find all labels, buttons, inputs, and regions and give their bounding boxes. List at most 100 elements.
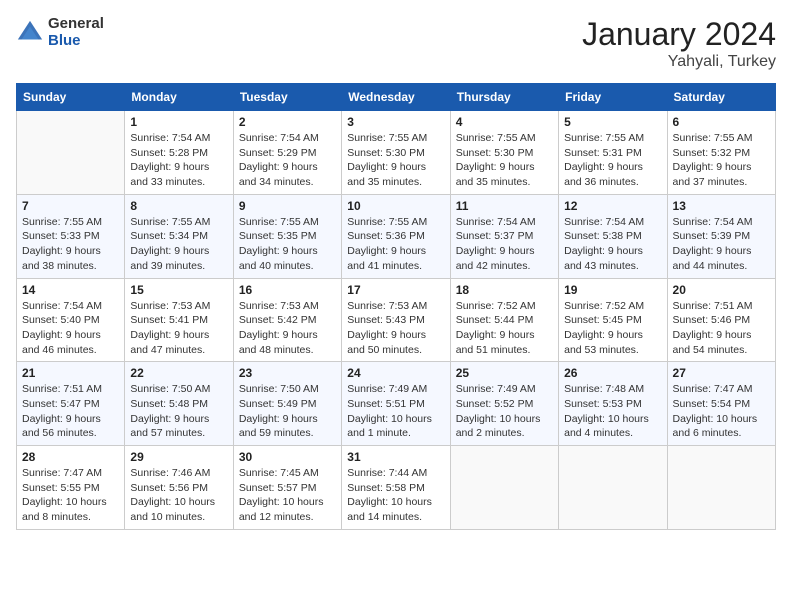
calendar-cell: 12 Sunrise: 7:54 AM Sunset: 5:38 PM Dayl… (559, 194, 667, 278)
day-number: 28 (22, 450, 119, 464)
day-info: Sunrise: 7:55 AM Sunset: 5:30 PM Dayligh… (347, 131, 444, 190)
day-number: 27 (673, 366, 770, 380)
calendar-week-row: 14 Sunrise: 7:54 AM Sunset: 5:40 PM Dayl… (17, 278, 776, 362)
calendar-cell: 30 Sunrise: 7:45 AM Sunset: 5:57 PM Dayl… (233, 446, 341, 530)
calendar-cell: 29 Sunrise: 7:46 AM Sunset: 5:56 PM Dayl… (125, 446, 233, 530)
daylight: Daylight: 9 hours and 59 minutes. (239, 413, 318, 440)
sunrise: Sunrise: 7:54 AM (456, 216, 536, 228)
sunrise: Sunrise: 7:54 AM (673, 216, 753, 228)
sunset: Sunset: 5:28 PM (130, 147, 208, 159)
day-info: Sunrise: 7:55 AM Sunset: 5:35 PM Dayligh… (239, 215, 336, 274)
day-info: Sunrise: 7:50 AM Sunset: 5:48 PM Dayligh… (130, 382, 227, 441)
sunrise: Sunrise: 7:51 AM (673, 300, 753, 312)
day-info: Sunrise: 7:54 AM Sunset: 5:28 PM Dayligh… (130, 131, 227, 190)
calendar-week-row: 21 Sunrise: 7:51 AM Sunset: 5:47 PM Dayl… (17, 362, 776, 446)
sunset: Sunset: 5:30 PM (347, 147, 425, 159)
day-info: Sunrise: 7:49 AM Sunset: 5:52 PM Dayligh… (456, 382, 553, 441)
day-info: Sunrise: 7:53 AM Sunset: 5:42 PM Dayligh… (239, 299, 336, 358)
column-header-sunday: Sunday (17, 84, 125, 111)
calendar-cell (559, 446, 667, 530)
logo-blue-text: Blue (48, 33, 104, 50)
sunrise: Sunrise: 7:53 AM (239, 300, 319, 312)
sunrise: Sunrise: 7:53 AM (347, 300, 427, 312)
day-info: Sunrise: 7:54 AM Sunset: 5:37 PM Dayligh… (456, 215, 553, 274)
sunset: Sunset: 5:31 PM (564, 147, 642, 159)
calendar-cell: 27 Sunrise: 7:47 AM Sunset: 5:54 PM Dayl… (667, 362, 775, 446)
day-info: Sunrise: 7:51 AM Sunset: 5:46 PM Dayligh… (673, 299, 770, 358)
sunrise: Sunrise: 7:55 AM (130, 216, 210, 228)
calendar-cell: 18 Sunrise: 7:52 AM Sunset: 5:44 PM Dayl… (450, 278, 558, 362)
month-title: January 2024 (582, 16, 776, 53)
calendar-cell: 13 Sunrise: 7:54 AM Sunset: 5:39 PM Dayl… (667, 194, 775, 278)
daylight: Daylight: 10 hours and 12 minutes. (239, 496, 324, 523)
calendar-cell: 4 Sunrise: 7:55 AM Sunset: 5:30 PM Dayli… (450, 111, 558, 195)
daylight: Daylight: 9 hours and 35 minutes. (347, 161, 426, 188)
day-number: 25 (456, 366, 553, 380)
sunset: Sunset: 5:29 PM (239, 147, 317, 159)
daylight: Daylight: 9 hours and 51 minutes. (456, 329, 535, 356)
sunrise: Sunrise: 7:50 AM (239, 383, 319, 395)
column-header-wednesday: Wednesday (342, 84, 450, 111)
day-number: 17 (347, 283, 444, 297)
daylight: Daylight: 10 hours and 8 minutes. (22, 496, 107, 523)
day-number: 13 (673, 199, 770, 213)
calendar-cell (17, 111, 125, 195)
calendar-cell: 31 Sunrise: 7:44 AM Sunset: 5:58 PM Dayl… (342, 446, 450, 530)
day-info: Sunrise: 7:47 AM Sunset: 5:55 PM Dayligh… (22, 466, 119, 525)
daylight: Daylight: 10 hours and 6 minutes. (673, 413, 758, 440)
day-number: 30 (239, 450, 336, 464)
day-info: Sunrise: 7:55 AM Sunset: 5:34 PM Dayligh… (130, 215, 227, 274)
day-number: 6 (673, 115, 770, 129)
sunrise: Sunrise: 7:53 AM (130, 300, 210, 312)
logo-general: General (48, 16, 104, 33)
day-info: Sunrise: 7:48 AM Sunset: 5:53 PM Dayligh… (564, 382, 661, 441)
day-number: 24 (347, 366, 444, 380)
calendar-cell: 20 Sunrise: 7:51 AM Sunset: 5:46 PM Dayl… (667, 278, 775, 362)
day-info: Sunrise: 7:52 AM Sunset: 5:45 PM Dayligh… (564, 299, 661, 358)
calendar-week-row: 1 Sunrise: 7:54 AM Sunset: 5:28 PM Dayli… (17, 111, 776, 195)
daylight: Daylight: 9 hours and 48 minutes. (239, 329, 318, 356)
sunset: Sunset: 5:55 PM (22, 482, 100, 494)
sunset: Sunset: 5:32 PM (673, 147, 751, 159)
daylight: Daylight: 9 hours and 44 minutes. (673, 245, 752, 272)
day-number: 7 (22, 199, 119, 213)
calendar-cell: 7 Sunrise: 7:55 AM Sunset: 5:33 PM Dayli… (17, 194, 125, 278)
daylight: Daylight: 10 hours and 2 minutes. (456, 413, 541, 440)
day-info: Sunrise: 7:53 AM Sunset: 5:43 PM Dayligh… (347, 299, 444, 358)
day-number: 29 (130, 450, 227, 464)
logo-text: General Blue (48, 16, 104, 49)
sunrise: Sunrise: 7:46 AM (130, 467, 210, 479)
calendar-cell: 15 Sunrise: 7:53 AM Sunset: 5:41 PM Dayl… (125, 278, 233, 362)
day-info: Sunrise: 7:46 AM Sunset: 5:56 PM Dayligh… (130, 466, 227, 525)
day-number: 12 (564, 199, 661, 213)
day-info: Sunrise: 7:50 AM Sunset: 5:49 PM Dayligh… (239, 382, 336, 441)
daylight: Daylight: 9 hours and 47 minutes. (130, 329, 209, 356)
calendar-week-row: 28 Sunrise: 7:47 AM Sunset: 5:55 PM Dayl… (17, 446, 776, 530)
day-info: Sunrise: 7:49 AM Sunset: 5:51 PM Dayligh… (347, 382, 444, 441)
calendar-week-row: 7 Sunrise: 7:55 AM Sunset: 5:33 PM Dayli… (17, 194, 776, 278)
day-number: 20 (673, 283, 770, 297)
calendar-cell: 17 Sunrise: 7:53 AM Sunset: 5:43 PM Dayl… (342, 278, 450, 362)
sunset: Sunset: 5:52 PM (456, 398, 534, 410)
location-title: Yahyali, Turkey (582, 53, 776, 71)
day-info: Sunrise: 7:55 AM Sunset: 5:36 PM Dayligh… (347, 215, 444, 274)
sunrise: Sunrise: 7:44 AM (347, 467, 427, 479)
sunset: Sunset: 5:48 PM (130, 398, 208, 410)
sunset: Sunset: 5:40 PM (22, 314, 100, 326)
sunrise: Sunrise: 7:50 AM (130, 383, 210, 395)
day-info: Sunrise: 7:55 AM Sunset: 5:33 PM Dayligh… (22, 215, 119, 274)
column-header-monday: Monday (125, 84, 233, 111)
calendar-cell: 5 Sunrise: 7:55 AM Sunset: 5:31 PM Dayli… (559, 111, 667, 195)
daylight: Daylight: 9 hours and 33 minutes. (130, 161, 209, 188)
day-number: 4 (456, 115, 553, 129)
daylight: Daylight: 10 hours and 1 minute. (347, 413, 432, 440)
column-header-thursday: Thursday (450, 84, 558, 111)
daylight: Daylight: 9 hours and 57 minutes. (130, 413, 209, 440)
day-info: Sunrise: 7:55 AM Sunset: 5:31 PM Dayligh… (564, 131, 661, 190)
sunset: Sunset: 5:44 PM (456, 314, 534, 326)
sunrise: Sunrise: 7:51 AM (22, 383, 102, 395)
daylight: Daylight: 9 hours and 53 minutes. (564, 329, 643, 356)
sunrise: Sunrise: 7:45 AM (239, 467, 319, 479)
day-info: Sunrise: 7:52 AM Sunset: 5:44 PM Dayligh… (456, 299, 553, 358)
day-number: 18 (456, 283, 553, 297)
